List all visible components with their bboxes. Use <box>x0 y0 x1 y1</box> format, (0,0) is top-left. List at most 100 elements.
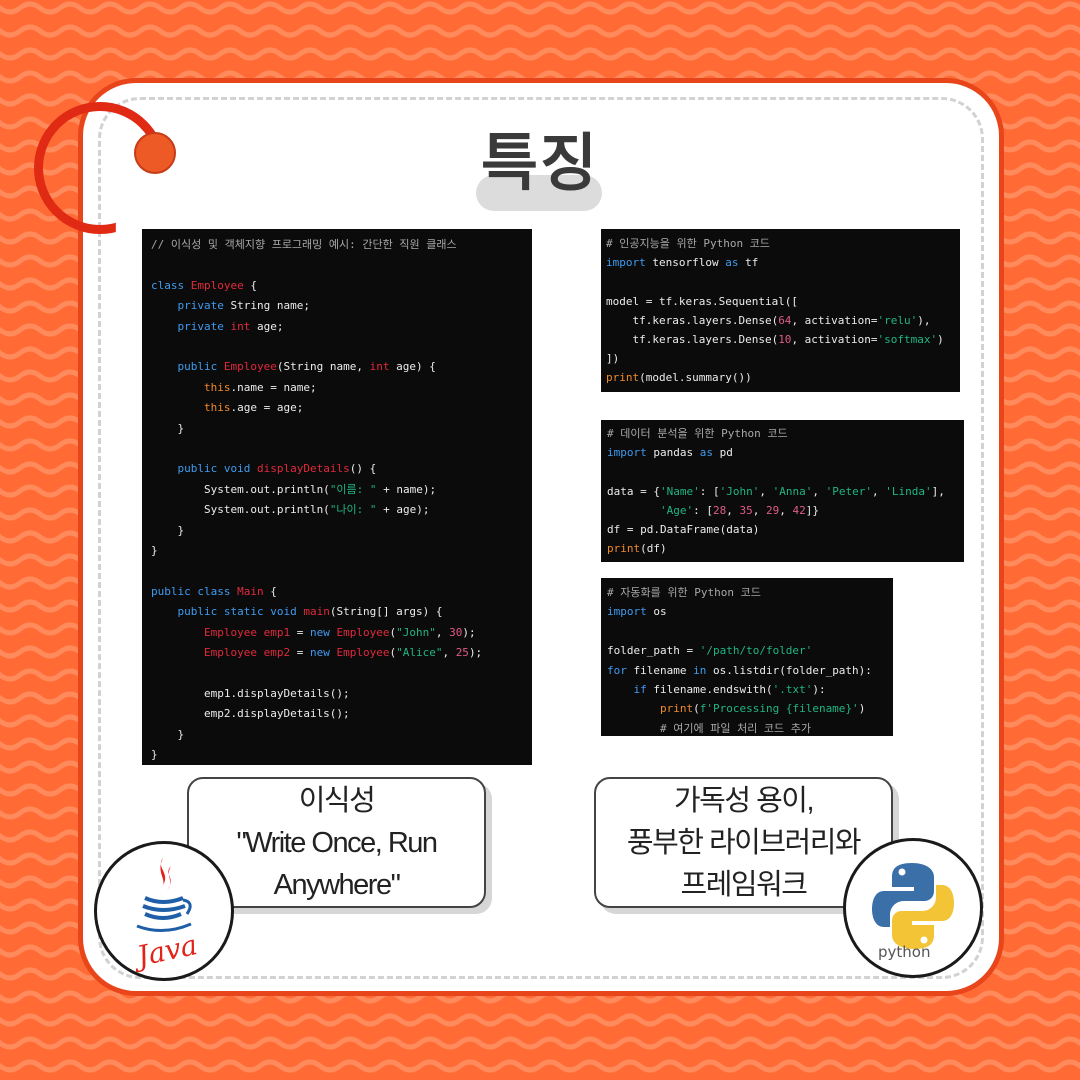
code-token: , <box>726 503 740 517</box>
code-token: .name = name; <box>230 380 317 394</box>
code-token: pandas <box>646 446 700 460</box>
code-line: this.age = age; <box>151 398 532 418</box>
code-token: public <box>177 462 218 476</box>
code-token: emp1 <box>263 625 291 639</box>
code-line: for filename in os.listdir(folder_path): <box>607 661 893 680</box>
code-token: 64 <box>778 313 792 327</box>
code-token: ), <box>917 313 931 327</box>
code-token: "이름: " <box>329 482 377 496</box>
code-token: os <box>646 605 667 619</box>
code-token: 35 <box>739 503 753 517</box>
code-line: } <box>151 419 532 439</box>
python-caption-line-3: 프레임워크 <box>680 868 808 901</box>
code-token: emp2.displayDetails(); <box>151 707 350 721</box>
code-token: "John" <box>396 625 436 639</box>
code-token: tf.keras.layers.Dense( <box>606 313 779 327</box>
code-line: tf.keras.layers.Dense(10, activation='so… <box>606 330 960 349</box>
code-line: folder_path = '/path/to/folder' <box>607 641 893 660</box>
code-token: private <box>177 319 224 333</box>
code-token: , <box>442 646 456 660</box>
code-token: age; <box>250 319 284 333</box>
code-token: public <box>151 584 191 598</box>
code-line: } <box>151 541 532 561</box>
code-token: Employee <box>336 625 390 639</box>
code-token: private <box>177 299 224 313</box>
code-token: ) <box>937 333 944 347</box>
code-token: import <box>607 446 647 460</box>
code-token: 28 <box>712 503 727 517</box>
code-token: 'softmax' <box>877 333 938 347</box>
python-data-code-block: # 데이터 분석을 위한 Python 코드 import pandas as p… <box>601 420 964 562</box>
code-token: Employee <box>203 646 257 660</box>
java-caption: 이식성 "Write Once, Run Anywhere" <box>187 777 486 908</box>
code-token: emp1.displayDetails(); <box>151 686 350 700</box>
code-token: class <box>151 278 191 292</box>
code-token: (model.summary()) <box>639 371 752 385</box>
code-token: 29 <box>765 503 780 517</box>
code-token: filename <box>626 663 694 677</box>
code-line: data = {'Name': ['John', 'Anna', 'Peter'… <box>607 482 964 501</box>
code-token: Employee <box>190 278 244 292</box>
code-line: } <box>151 521 532 541</box>
code-token: : [ <box>699 484 720 498</box>
code-token: 30 <box>449 625 463 639</box>
code-line: df = pd.DataFrame(data) <box>607 520 964 539</box>
code-line: this.name = name; <box>151 378 532 398</box>
code-token: print <box>659 702 694 716</box>
code-line: # 자동화를 위한 Python 코드 <box>607 583 893 602</box>
code-token: ]) <box>606 352 620 366</box>
code-line: Employee emp1 = new Employee("John", 30)… <box>151 623 532 643</box>
code-token: = <box>290 646 310 660</box>
code-line: print(model.summary()) <box>606 368 960 387</box>
java-logo-badge: Java <box>94 841 234 981</box>
code-token: } <box>151 727 185 741</box>
code-token: String name; <box>223 299 310 313</box>
code-token: tf.keras.layers.Dense( <box>606 333 779 347</box>
code-line: print(df) <box>607 539 964 558</box>
code-token: ( <box>693 702 700 716</box>
code-token: + age); <box>376 503 430 517</box>
code-token: (String name, <box>276 360 370 374</box>
code-token: = <box>290 625 310 639</box>
code-token: } <box>151 523 185 537</box>
code-token: folder_path = <box>607 644 700 658</box>
code-line: # 인공지능을 위한 Python 코드 <box>606 234 960 253</box>
java-caption-line-3: Anywhere" <box>273 868 401 901</box>
code-token: 'Age' <box>659 503 694 517</box>
code-token: 'Linda' <box>885 484 932 498</box>
python-ai-code-block: # 인공지능을 위한 Python 코드 import tensorflow as… <box>601 229 960 392</box>
code-token: , activation= <box>791 313 878 327</box>
code-token: , <box>759 484 773 498</box>
code-token: 'John' <box>719 484 760 498</box>
code-token: filename.endswith( <box>646 683 773 697</box>
code-line: import tensorflow as tf <box>606 253 960 272</box>
code-token: public <box>177 360 218 374</box>
code-token: os.listdir(folder_path): <box>706 663 872 677</box>
code-line: Employee emp2 = new Employee("Alice", 25… <box>151 643 532 663</box>
python-wordmark: python <box>878 943 931 961</box>
code-token: int <box>230 319 251 333</box>
code-token: // 이식성 및 객체지향 프로그래밍 예시: 간단한 직원 클래스 <box>151 238 457 251</box>
code-token: # 여기에 파일 처리 코드 추가 <box>607 721 812 735</box>
code-line: // 이식성 및 객체지향 프로그래밍 예시: 간단한 직원 클래스 <box>151 235 532 255</box>
code-line: if filename.endswith('.txt'): <box>607 680 893 699</box>
